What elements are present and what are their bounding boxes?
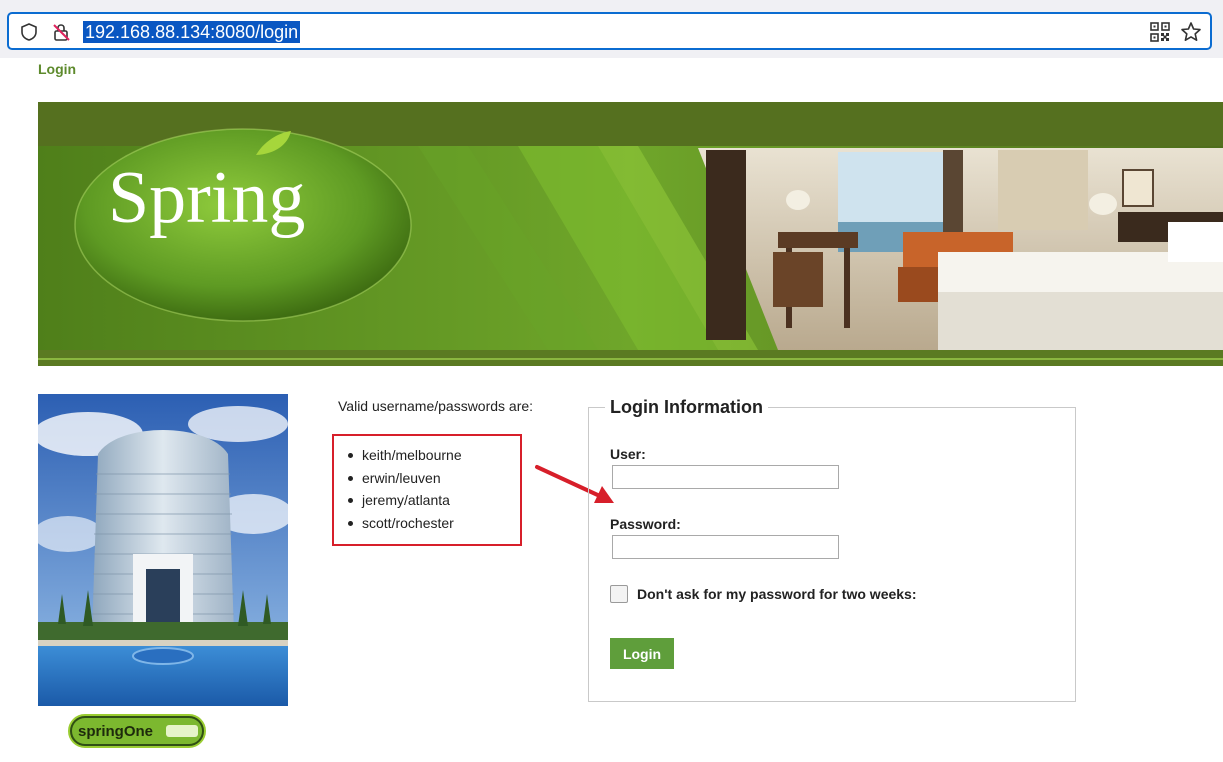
address-bar[interactable]: 192.168.88.134:8080/login — [7, 12, 1212, 50]
url-text[interactable]: 192.168.88.134:8080/login — [83, 21, 301, 43]
insecure-lock-icon[interactable] — [51, 22, 71, 42]
springone-badge: springOne — [68, 714, 206, 748]
login-legend: Login Information — [605, 397, 768, 418]
list-item: scott/rochester — [348, 512, 462, 535]
login-button[interactable]: Login — [610, 638, 674, 669]
remember-me-label: Don't ask for my password for two weeks: — [637, 586, 917, 602]
password-label: Password: — [610, 516, 681, 532]
list-item: jeremy/atlanta — [348, 489, 462, 512]
login-fieldset: Login Information User: Password: Don't … — [588, 397, 1076, 702]
credentials-list: keith/melbourne erwin/leuven jeremy/atla… — [348, 444, 462, 534]
shield-icon[interactable] — [19, 22, 39, 42]
list-item: keith/melbourne — [348, 444, 462, 467]
spring-logo-text: Spring — [108, 157, 305, 239]
bullet-icon — [348, 453, 353, 458]
credential-text: erwin/leuven — [362, 469, 441, 486]
page-heading: Login — [38, 61, 77, 77]
springone-badge-text: springOne — [78, 723, 153, 740]
valid-credentials-heading: Valid username/passwords are: — [338, 398, 534, 414]
credential-text: jeremy/atlanta — [362, 492, 450, 508]
bullet-icon — [348, 520, 353, 526]
bullet-icon — [348, 475, 353, 481]
credential-text: keith/melbourne — [362, 447, 462, 463]
user-input[interactable] — [612, 465, 839, 489]
browser-toolbar: 192.168.88.134:8080/login — [0, 0, 1223, 58]
header-banner: Spring — [38, 102, 1223, 366]
user-label: User: — [610, 446, 646, 462]
bookmark-star-icon[interactable] — [1180, 21, 1202, 43]
credentials-highlight-box: keith/melbourne erwin/leuven jeremy/atla… — [332, 434, 522, 546]
remember-me-checkbox[interactable] — [610, 585, 628, 603]
password-input[interactable] — [612, 535, 839, 559]
credential-text: scott/rochester — [362, 514, 454, 531]
qr-code-icon[interactable] — [1150, 22, 1170, 42]
list-item: erwin/leuven — [348, 467, 462, 490]
bullet-icon — [348, 498, 353, 503]
hotel-building-photo — [38, 394, 288, 706]
